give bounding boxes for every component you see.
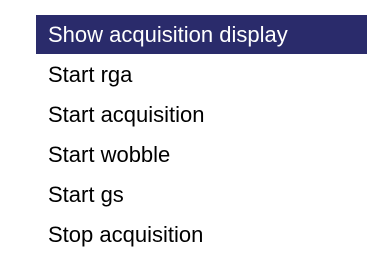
menu-item-stop-acquisition[interactable]: Stop acquisition (36, 215, 367, 254)
menu-item-start-gs[interactable]: Start gs (36, 175, 367, 214)
context-menu: Show acquisition display Start rga Start… (0, 0, 380, 273)
menu-item-start-rga[interactable]: Start rga (36, 55, 367, 94)
menu-item-start-acquisition[interactable]: Start acquisition (36, 95, 367, 134)
menu-item-show-acquisition-display[interactable]: Show acquisition display (36, 15, 367, 54)
menu-item-start-wobble[interactable]: Start wobble (36, 135, 367, 174)
